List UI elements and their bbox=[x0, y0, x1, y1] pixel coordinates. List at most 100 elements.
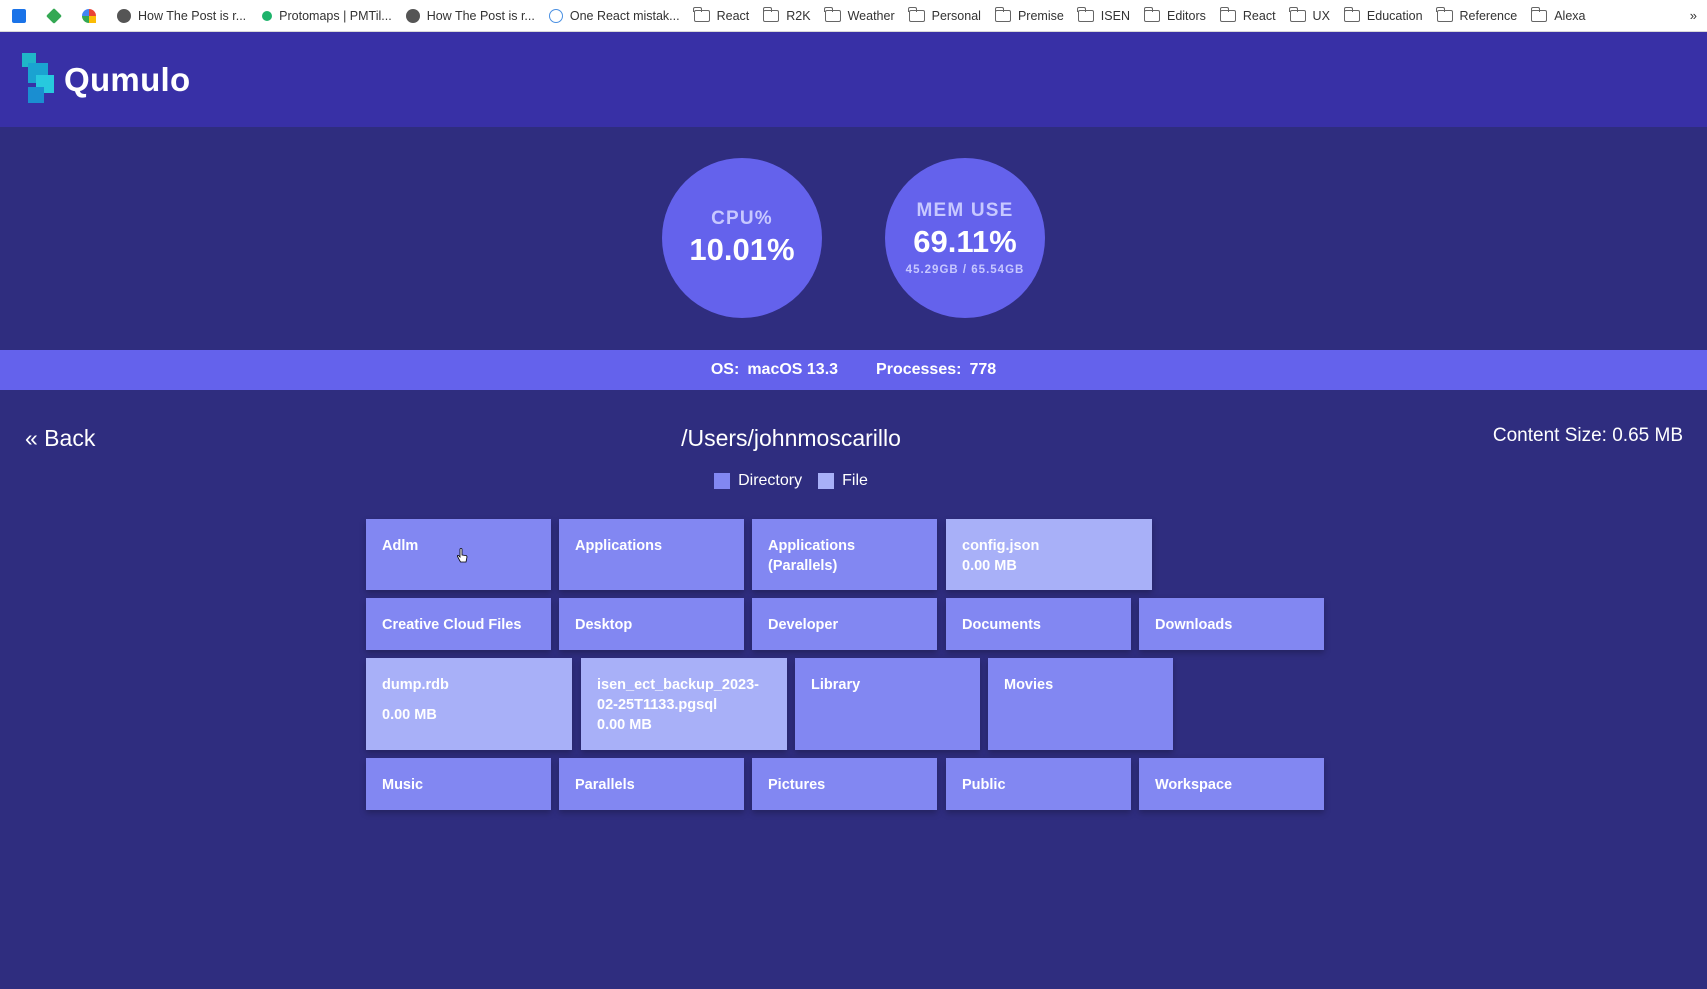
cpu-stat: CPU% 10.01% bbox=[662, 158, 822, 318]
bookmark-label: How The Post is r... bbox=[138, 8, 247, 23]
tile-desktop[interactable]: Desktop bbox=[559, 598, 744, 650]
bookmark-label: ISEN bbox=[1100, 8, 1130, 23]
bookmark-folder-premise[interactable]: Premise bbox=[989, 0, 1072, 31]
entry-size: 0.00 MB bbox=[597, 717, 652, 733]
entry-name: Applications (Parallels) bbox=[768, 538, 856, 574]
folder-icon bbox=[762, 6, 780, 22]
qumulo-logo-icon bbox=[22, 53, 56, 107]
memory-label: MEM USE bbox=[916, 200, 1014, 221]
content-size: Content Size: 0.65 MB bbox=[1492, 425, 1683, 446]
bookmark-folder-weather[interactable]: Weather bbox=[819, 0, 903, 31]
bookmark-label: React bbox=[1242, 8, 1276, 23]
logo[interactable]: Qumulo bbox=[22, 53, 190, 107]
entry-name: dump.rdb bbox=[382, 677, 449, 693]
tile-isen-backup[interactable]: isen_ect_backup_2023-02-25T1133.pgsql 0.… bbox=[581, 658, 787, 750]
processes-label: Processes: bbox=[876, 361, 962, 378]
tile-music[interactable]: Music bbox=[366, 758, 551, 810]
os-value: macOS 13.3 bbox=[747, 361, 839, 378]
bookmark-label: Reference bbox=[1459, 8, 1518, 23]
bookmark-label: Personal bbox=[931, 8, 981, 23]
tile-library[interactable]: Library bbox=[795, 658, 980, 750]
folder-icon bbox=[1219, 6, 1236, 22]
directory-swatch bbox=[714, 473, 731, 489]
entry-name: Desktop bbox=[575, 617, 633, 633]
fan-icon bbox=[82, 8, 96, 23]
bookmark-folder-personal[interactable]: Personal bbox=[903, 0, 989, 31]
folder-icon bbox=[693, 6, 710, 22]
cpu-label: CPU% bbox=[711, 208, 773, 229]
bookmark-folder-reference[interactable]: Reference bbox=[1431, 0, 1526, 31]
bookmark-label: Education bbox=[1366, 8, 1423, 23]
bookmark-folder-react[interactable]: React bbox=[688, 0, 758, 31]
current-path: /Users/johnmoscarillo bbox=[681, 425, 901, 451]
tile-config-json[interactable]: config.json 0.00 MB bbox=[946, 519, 1152, 590]
bookmark-folder-education[interactable]: Education bbox=[1338, 0, 1431, 31]
globe-icon bbox=[405, 8, 420, 23]
bookmark-protomaps[interactable]: Protomaps | PMTil... bbox=[254, 0, 400, 31]
entry-name: config.json bbox=[962, 538, 1040, 554]
entry-size: 0.00 MB bbox=[962, 558, 1017, 574]
bookmark-label: Editors bbox=[1166, 8, 1206, 23]
legend: Directory File bbox=[0, 472, 1582, 490]
bookmark-label: How The Post is r... bbox=[426, 8, 535, 23]
process-info: Processes: 778 bbox=[876, 361, 996, 379]
tile-documents[interactable]: Documents bbox=[946, 598, 1131, 650]
entry-name: Library bbox=[811, 677, 861, 693]
legend-directory: Directory bbox=[714, 472, 802, 490]
tile-public[interactable]: Public bbox=[946, 758, 1131, 810]
bookmarks-overflow-button[interactable]: » bbox=[1690, 8, 1707, 23]
legend-file: File bbox=[818, 472, 868, 490]
bookmark-how-the-post[interactable]: How The Post is r... bbox=[111, 0, 254, 31]
folder-icon bbox=[1436, 6, 1453, 22]
processes-value: 778 bbox=[969, 361, 997, 378]
bookmark-how-the-post-2[interactable]: How The Post is r... bbox=[400, 0, 543, 31]
tile-applications-parallels[interactable]: Applications (Parallels) bbox=[752, 519, 937, 590]
bookmarks-bar: How The Post is r... Protomaps | PMTil..… bbox=[0, 0, 1707, 32]
bookmark-label: Weather bbox=[847, 8, 895, 23]
tile-movies[interactable]: Movies bbox=[988, 658, 1173, 750]
bookmark-label: UX bbox=[1312, 8, 1330, 23]
bookmark-folder-isen[interactable]: ISEN bbox=[1072, 0, 1138, 31]
tile-downloads[interactable]: Downloads bbox=[1139, 598, 1324, 650]
folder-icon bbox=[994, 6, 1011, 22]
entry-name: Workspace bbox=[1155, 777, 1233, 793]
tile-dump-rdb[interactable]: dump.rdb 0.00 MB bbox=[366, 658, 572, 750]
bookmark-folder-react-2[interactable]: React bbox=[1214, 0, 1284, 31]
file-swatch bbox=[818, 473, 835, 489]
calendar-icon bbox=[12, 8, 26, 23]
entry-name: Creative Cloud Files bbox=[382, 617, 522, 633]
bookmark-diamond[interactable] bbox=[41, 0, 76, 31]
bookmark-label: Alexa bbox=[1554, 8, 1586, 23]
entry-name: Movies bbox=[1004, 677, 1054, 693]
bookmark-folder-r2k[interactable]: R2K bbox=[757, 0, 818, 31]
tile-creative-cloud-files[interactable]: Creative Cloud Files bbox=[366, 598, 551, 650]
tile-developer[interactable]: Developer bbox=[752, 598, 937, 650]
bookmark-calendar[interactable] bbox=[6, 0, 41, 31]
entry-name: Documents bbox=[962, 617, 1041, 633]
tile-pictures[interactable]: Pictures bbox=[752, 758, 937, 810]
bookmark-label: Premise bbox=[1017, 8, 1064, 23]
folder-icon bbox=[1343, 6, 1360, 22]
bookmark-label: R2K bbox=[786, 8, 811, 23]
tile-workspace[interactable]: Workspace bbox=[1139, 758, 1324, 810]
bookmark-fan[interactable] bbox=[76, 0, 111, 31]
entry-name: Music bbox=[382, 777, 424, 793]
tile-applications[interactable]: Applications bbox=[559, 519, 744, 590]
system-info-bar: OS: macOS 13.3 Processes: 778 bbox=[0, 350, 1707, 390]
bookmark-folder-editors[interactable]: Editors bbox=[1138, 0, 1214, 31]
os-info: OS: macOS 13.3 bbox=[711, 361, 838, 379]
bookmark-folder-alexa[interactable]: Alexa bbox=[1525, 0, 1593, 31]
entry-size: 0.00 MB bbox=[382, 707, 437, 723]
bookmark-one-react[interactable]: One React mistak... bbox=[543, 0, 688, 31]
diamond-icon bbox=[46, 7, 62, 24]
folder-icon bbox=[1530, 6, 1548, 22]
entry-name: Developer bbox=[768, 617, 839, 633]
bookmark-folder-ux[interactable]: UX bbox=[1284, 0, 1338, 31]
bookmark-label: One React mistak... bbox=[569, 8, 680, 23]
atom-icon bbox=[548, 8, 563, 23]
folder-icon bbox=[1077, 6, 1094, 22]
entry-name: Public bbox=[962, 777, 1006, 793]
memory-stat: MEM USE 69.11% 45.29GB / 65.54GB bbox=[885, 158, 1045, 318]
tile-adlm[interactable]: Adlm bbox=[366, 519, 551, 590]
tile-parallels[interactable]: Parallels bbox=[559, 758, 744, 810]
